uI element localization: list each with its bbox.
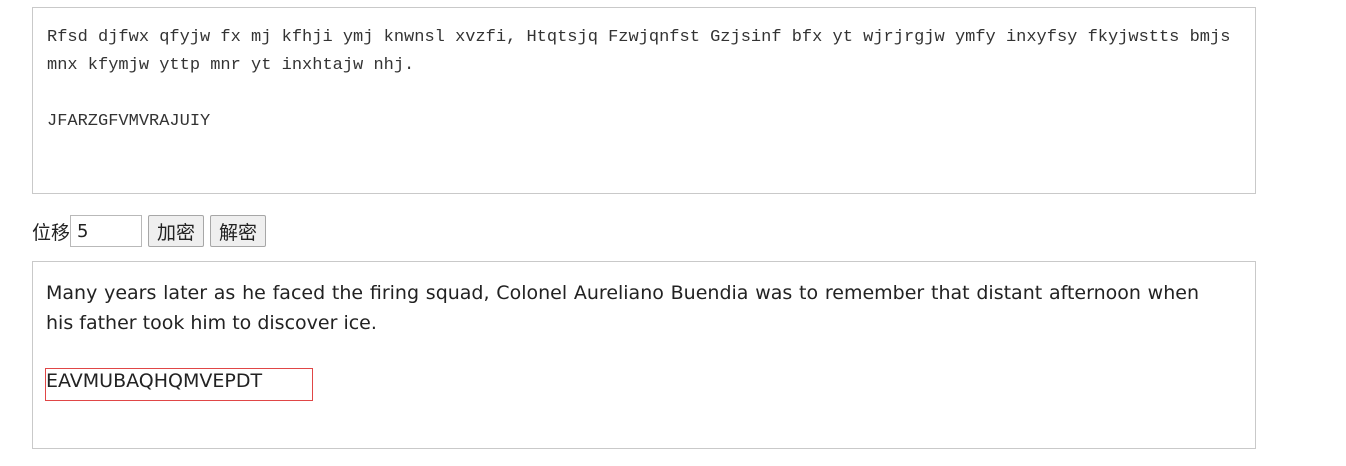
plaintext-key-highlight: EAVMUBAQHQMVEPDT [45, 368, 313, 401]
ciphertext-spacer [47, 80, 1241, 108]
shift-label: 位移 [32, 221, 71, 244]
plaintext-spacer [46, 338, 1199, 368]
encrypt-button[interactable]: 加密 [148, 215, 205, 247]
shift-controls: 位移 加密 解密 [32, 214, 267, 248]
plaintext-key: EAVMUBAQHQMVEPDT [46, 370, 263, 392]
shift-input[interactable] [70, 215, 143, 247]
plaintext-panel[interactable]: Many years later as he faced the firing … [32, 261, 1256, 449]
plaintext-paragraph: Many years later as he faced the firing … [46, 282, 1199, 334]
decrypt-button[interactable]: 解密 [210, 215, 267, 247]
ciphertext-paragraph: Rfsd djfwx qfyjw fx mj kfhji ymj knwnsl … [47, 28, 1231, 75]
ciphertext-panel[interactable]: Rfsd djfwx qfyjw fx mj kfhji ymj knwnsl … [32, 7, 1256, 194]
ciphertext-key: JFARZGFVMVRAJUIY [47, 112, 211, 131]
